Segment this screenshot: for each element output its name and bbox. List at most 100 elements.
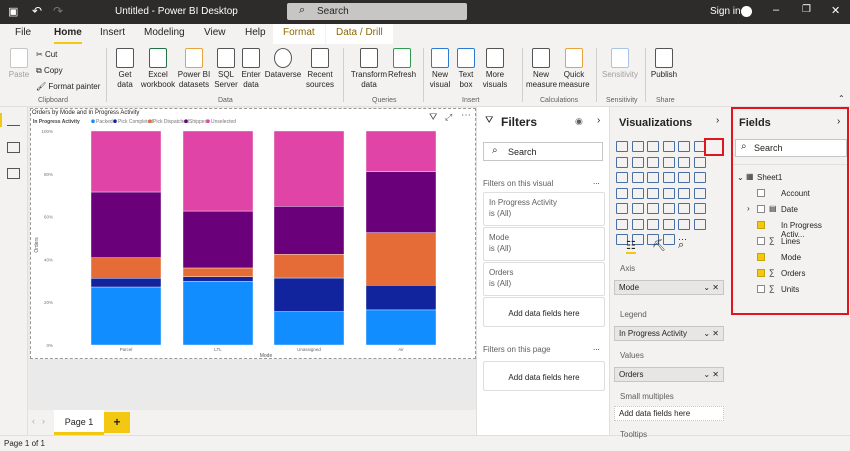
- powerbi-datasets-button[interactable]: Power BI datasets: [177, 48, 211, 90]
- redo-icon[interactable]: ↷: [53, 4, 63, 18]
- filters-search-input[interactable]: ⌕ Search: [483, 142, 603, 161]
- field-checkbox[interactable]: [757, 285, 765, 293]
- visual-type-icon[interactable]: [647, 218, 659, 230]
- page-tab-page-1[interactable]: Page 1: [54, 410, 104, 435]
- field-checkbox[interactable]: [757, 237, 765, 245]
- page-filter-drop-zone[interactable]: Add data fields here: [483, 361, 605, 391]
- visual-type-icon[interactable]: [616, 203, 628, 214]
- format-painter-button[interactable]: 🖌 Format painter: [36, 82, 100, 91]
- quick-measure-button[interactable]: Quick measure: [558, 48, 590, 90]
- enter-data-button[interactable]: Enter data: [240, 48, 262, 90]
- new-visual-button[interactable]: New visual: [428, 48, 452, 90]
- refresh-button[interactable]: Refresh: [388, 48, 416, 80]
- undo-icon[interactable]: ↶: [32, 4, 42, 18]
- tab-help[interactable]: Help: [245, 27, 266, 38]
- fields-tab-icon[interactable]: ☷: [626, 239, 636, 254]
- tab-format[interactable]: Format: [273, 24, 325, 44]
- collapse-ribbon-icon[interactable]: ⌃: [838, 94, 845, 103]
- report-view-icon[interactable]: [7, 115, 20, 126]
- visual-type-icon[interactable]: [631, 187, 644, 199]
- values-well[interactable]: Orders ⌄ ✕: [614, 367, 724, 382]
- publish-button[interactable]: Publish: [649, 48, 679, 80]
- filter-card-in-progress-activity[interactable]: In Progress Activity is (All): [483, 192, 605, 226]
- get-data-button[interactable]: Get data: [112, 48, 138, 90]
- remove-icon[interactable]: ⌄ ✕: [703, 370, 719, 379]
- dataverse-button[interactable]: Dataverse: [264, 48, 302, 80]
- visual-type-icon[interactable]: [647, 187, 659, 199]
- visual-type-icon[interactable]: [616, 187, 628, 199]
- restore-button[interactable]: ❐: [802, 4, 811, 15]
- tab-file[interactable]: File: [15, 27, 31, 38]
- field-item[interactable]: Mode: [733, 252, 847, 266]
- visual-type-icon[interactable]: [631, 172, 644, 183]
- paste-button[interactable]: Paste: [6, 48, 32, 80]
- axis-well[interactable]: Mode ⌄ ✕: [614, 280, 724, 295]
- visual-type-icon[interactable]: [693, 172, 706, 183]
- filter-card-orders[interactable]: Orders is (All): [483, 262, 605, 296]
- visual-type-icon[interactable]: [693, 203, 706, 214]
- visual-type-icon[interactable]: [678, 172, 690, 183]
- model-view-icon[interactable]: [7, 168, 20, 179]
- visual-type-icon[interactable]: [647, 203, 659, 214]
- visual-type-icon[interactable]: [647, 172, 659, 183]
- visual-type-icon[interactable]: [693, 156, 706, 168]
- visual-type-icon[interactable]: [616, 156, 628, 168]
- visual-type-icon[interactable]: [662, 203, 675, 214]
- field-item[interactable]: In Progress Activ...: [733, 220, 847, 239]
- visual-filter-drop-zone[interactable]: Add data fields here: [483, 297, 605, 327]
- small-multiples-well[interactable]: Add data fields here: [614, 406, 724, 421]
- field-item[interactable]: ∑ Orders: [733, 268, 847, 282]
- visual-type-icon[interactable]: [693, 218, 706, 230]
- visual-type-icon[interactable]: [678, 156, 690, 168]
- visual-type-icon[interactable]: [678, 218, 690, 230]
- field-item[interactable]: ▤ › Date: [733, 204, 847, 218]
- visual-type-icon[interactable]: [616, 172, 628, 183]
- tab-data-drill[interactable]: Data / Drill: [326, 24, 393, 44]
- prev-page-icon[interactable]: ‹: [32, 416, 35, 426]
- save-icon[interactable]: ▣: [8, 5, 18, 18]
- visual-type-icon[interactable]: [662, 218, 675, 230]
- visual-type-icon[interactable]: [678, 187, 690, 199]
- close-button[interactable]: ✕: [831, 4, 840, 17]
- visual-type-icon[interactable]: [631, 156, 644, 168]
- visual-type-icon[interactable]: [662, 141, 675, 152]
- tab-home[interactable]: Home: [54, 27, 82, 44]
- tab-view[interactable]: View: [204, 27, 226, 38]
- collapse-fields-icon[interactable]: ›: [837, 116, 840, 127]
- excel-workbook-button[interactable]: Excel workbook: [140, 48, 176, 90]
- field-checkbox[interactable]: [757, 189, 765, 197]
- avatar[interactable]: [741, 6, 752, 17]
- visual-type-icon[interactable]: [647, 141, 659, 152]
- field-checkbox[interactable]: [757, 253, 765, 261]
- remove-icon[interactable]: ⌄ ✕: [703, 283, 719, 292]
- visual-type-icon[interactable]: [678, 141, 690, 152]
- collapse-filters-icon[interactable]: ›: [597, 115, 600, 126]
- sign-in-link[interactable]: Sign in: [710, 6, 741, 17]
- visual-type-icon[interactable]: [631, 141, 644, 152]
- text-box-button[interactable]: Text box: [456, 48, 476, 90]
- analytics-icon[interactable]: ⌕: [678, 239, 684, 252]
- visual-type-icon[interactable]: [631, 203, 644, 214]
- field-item[interactable]: Account: [733, 188, 847, 202]
- format-paintroller-icon[interactable]: ⛏: [652, 239, 666, 252]
- recent-sources-button[interactable]: Recent sources: [303, 48, 337, 90]
- visual-type-icon[interactable]: [693, 187, 706, 199]
- sql-server-button[interactable]: SQL Server: [213, 48, 239, 90]
- visual-type-icon[interactable]: [662, 156, 675, 168]
- search-box[interactable]: ⌕ Search: [287, 3, 467, 20]
- visual-type-icon[interactable]: [616, 218, 628, 230]
- more-options-icon[interactable]: ...: [593, 343, 600, 352]
- visual-type-icon[interactable]: [647, 156, 659, 168]
- new-measure-button[interactable]: New measure: [526, 48, 557, 90]
- stacked-column-chart-visual[interactable]: Orders by Mode and In Progress Activity …: [30, 108, 476, 359]
- fields-search-input[interactable]: ⌕ Search: [735, 139, 847, 157]
- collapse-visualizations-icon[interactable]: ›: [716, 115, 719, 126]
- expand-chevron-icon[interactable]: ›: [747, 204, 750, 213]
- legend-well[interactable]: In Progress Activity ⌄ ✕: [614, 326, 724, 341]
- visual-type-icon[interactable]: [678, 203, 690, 214]
- add-page-button[interactable]: +: [104, 412, 130, 433]
- cut-button[interactable]: ✂ Cut: [36, 50, 57, 59]
- minimize-button[interactable]: –: [773, 4, 779, 16]
- field-item[interactable]: ∑ Units: [733, 284, 847, 298]
- field-checkbox[interactable]: [757, 269, 765, 277]
